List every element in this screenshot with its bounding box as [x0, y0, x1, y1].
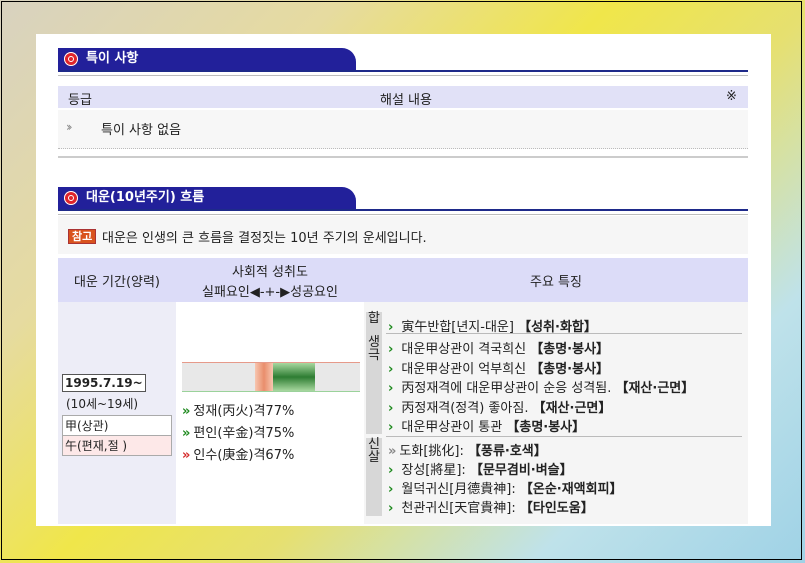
group-label: 신살 [366, 438, 382, 516]
note-badge: 참고 [68, 229, 97, 244]
achievement-bar [182, 362, 360, 392]
double-arrow-icon: » [182, 448, 191, 463]
note-box: 참고 대운은 인생의 큰 흐름을 결정짓는 10년 주기의 운세입니다. [58, 216, 748, 254]
period-start[interactable]: 1995.7.19~ [62, 374, 146, 392]
group-divider [386, 436, 742, 437]
target-icon [64, 52, 78, 66]
period-stem: 甲(상관) [62, 415, 172, 436]
col-achieve-scale: 실패요인◀-+-▶성공요인 [202, 285, 338, 300]
period-age: (10세~19세) [66, 397, 139, 411]
section-daeun-header: 대운(10년주기) 흐름 [58, 187, 748, 211]
period-branch: 午(편재,절 ) [62, 436, 172, 456]
col-features: 주요 특징 [530, 275, 582, 290]
content-panel: 특이 사항 등급 해설 내용 ※ ›› 특이 사항 없음 대운(10년주기) 흐… [36, 34, 771, 526]
col-desc: 해설 내용 [380, 93, 432, 108]
bar-success-zone [273, 363, 315, 391]
section-title: 대운(10년주기) 흐름 [86, 190, 205, 205]
feature-item: › 대운甲상관이 격국희신 【총명·봉사】 [388, 342, 610, 357]
divider [58, 156, 748, 158]
daeun-table-body: 1995.7.19~ (10세~19세) 甲(상관) 午(편재,절 ) » 정재(… [58, 302, 748, 524]
section-tab: 특이 사항 [58, 48, 356, 70]
trait-item: » 편인(辛金)격75% [182, 426, 295, 441]
section-special-header: 특이 사항 [58, 48, 748, 72]
col-achieve-title: 사회적 성취도 [232, 265, 308, 280]
daeun-table-header: 대운 기간(양력) 사회적 성취도 실패요인◀-+-▶성공요인 주요 특징 [58, 258, 748, 302]
section-tab: 대운(10년주기) 흐름 [58, 187, 356, 209]
period-cell: 1995.7.19~ (10세~19세) 甲(상관) 午(편재,절 ) [58, 302, 176, 524]
feature-item: › 丙정재격(정격) 좋아짐. 【재산·근면】 [388, 401, 612, 416]
trait-item: » 인수(庚金)격67% [182, 448, 295, 463]
achievement-cell: » 정재(丙火)격77% » 편인(辛金)격75% » 인수(庚金)격67% [176, 302, 364, 524]
divider [58, 75, 748, 76]
feature-item: » 도화[挑化]: 【풍류·호색】 [388, 444, 547, 459]
feature-item: › 丙정재격에 대운甲상관이 순응 성격됨. 【재산·근면】 [388, 381, 695, 396]
trait-item: » 정재(丙火)격77% [182, 404, 295, 419]
feature-item: › 천관귀신[天官貴神]: 【타인도움】 [388, 501, 594, 516]
special-table-header: 등급 해설 내용 ※ [58, 86, 748, 108]
col-grade: 등급 [68, 93, 92, 108]
feature-item: › 월덕귀신[月德貴神]: 【온순·재액회피】 [388, 482, 623, 497]
special-row: ›› 특이 사항 없음 [58, 110, 748, 149]
divider [58, 214, 748, 215]
double-arrow-icon: » [182, 426, 191, 441]
bar-failure-zone [255, 363, 273, 391]
feature-item: › 장성[將星]: 【문무겸비·벼슬】 [388, 463, 573, 478]
group-divider [386, 333, 742, 334]
col-period: 대운 기간(양력) [73, 275, 161, 290]
features-cell: 합 › 寅午반합[년지-대운] 【성취·화합】 생극 › 대운甲상관이 격국희신 【… [364, 302, 748, 524]
note-text: 대운은 인생의 큰 흐름을 결정짓는 10년 주기의 운세입니다. [102, 231, 427, 246]
group-label: 생극 [366, 336, 382, 434]
double-chevron-icon: ›› [66, 120, 72, 134]
special-row-text: 특이 사항 없음 [101, 123, 182, 138]
feature-item: › 대운甲상관이 억부희신 【총명·봉사】 [388, 362, 610, 377]
feature-item: › 대운甲상관이 통관 【총명·봉사】 [388, 420, 586, 435]
double-arrow-icon: » [182, 404, 191, 419]
reference-mark: ※ [726, 89, 737, 104]
target-icon [64, 191, 78, 205]
section-title: 특이 사항 [86, 51, 139, 66]
